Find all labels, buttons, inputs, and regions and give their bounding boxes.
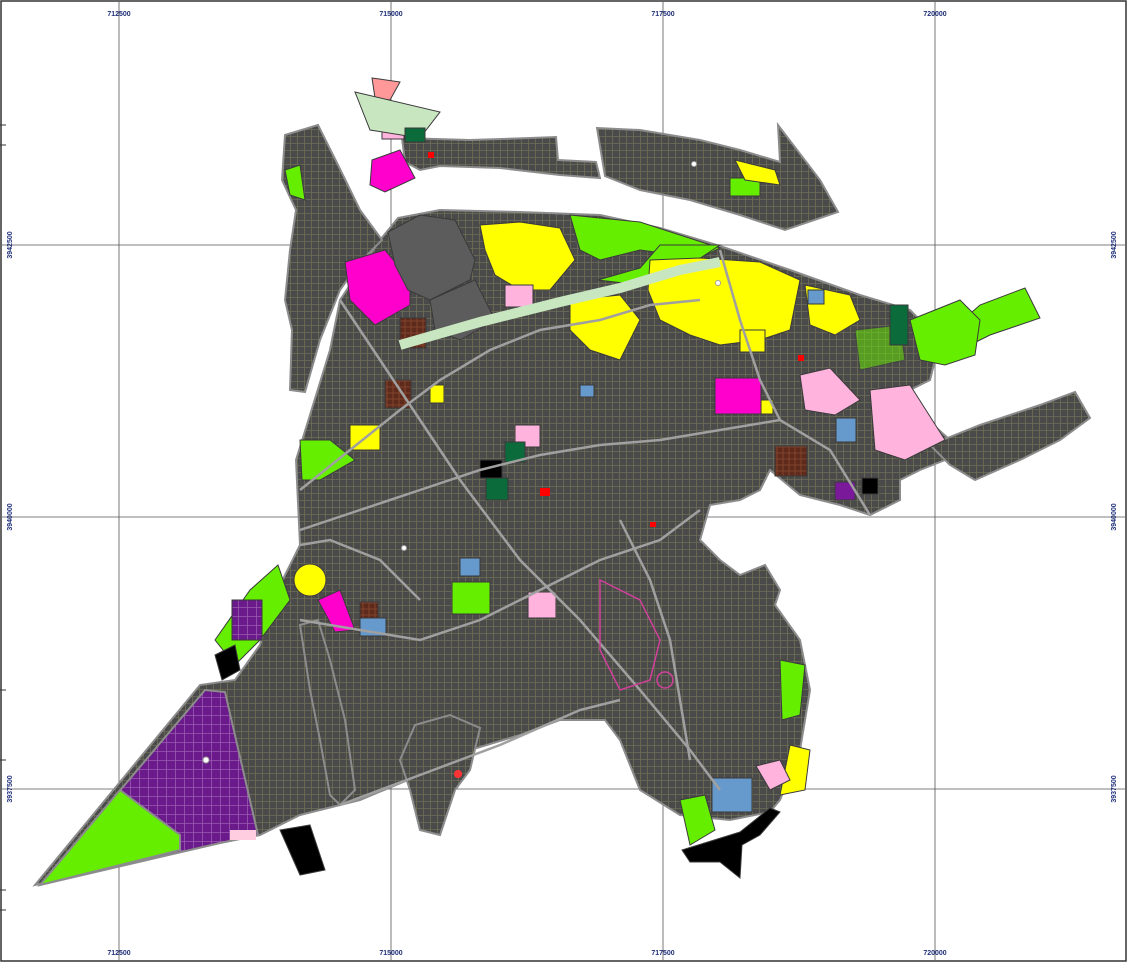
land-use-map[interactable]: 712500 715000 717500 720000 712500 71500… bbox=[0, 0, 1132, 964]
y-label-left-3: 3937500 bbox=[7, 775, 14, 802]
y-label-left-1: 3942500 bbox=[7, 231, 14, 258]
x-label-bottom-3: 717500 bbox=[651, 950, 674, 957]
x-label-top-3: 717500 bbox=[651, 11, 674, 18]
y-label-right-3: 3937500 bbox=[1111, 775, 1118, 802]
y-label-left-2: 3940000 bbox=[7, 503, 14, 530]
y-label-right-2: 3940000 bbox=[1111, 503, 1118, 530]
x-label-top-4: 720000 bbox=[923, 11, 946, 18]
x-label-bottom-4: 720000 bbox=[923, 950, 946, 957]
map-canvas: 712500 715000 717500 720000 712500 71500… bbox=[0, 0, 1127, 962]
x-label-bottom-1: 712500 bbox=[107, 950, 130, 957]
x-label-top-1: 712500 bbox=[107, 11, 130, 18]
x-label-top-2: 715000 bbox=[379, 11, 402, 18]
y-label-right-1: 3942500 bbox=[1111, 231, 1118, 258]
x-label-bottom-2: 715000 bbox=[379, 950, 402, 957]
